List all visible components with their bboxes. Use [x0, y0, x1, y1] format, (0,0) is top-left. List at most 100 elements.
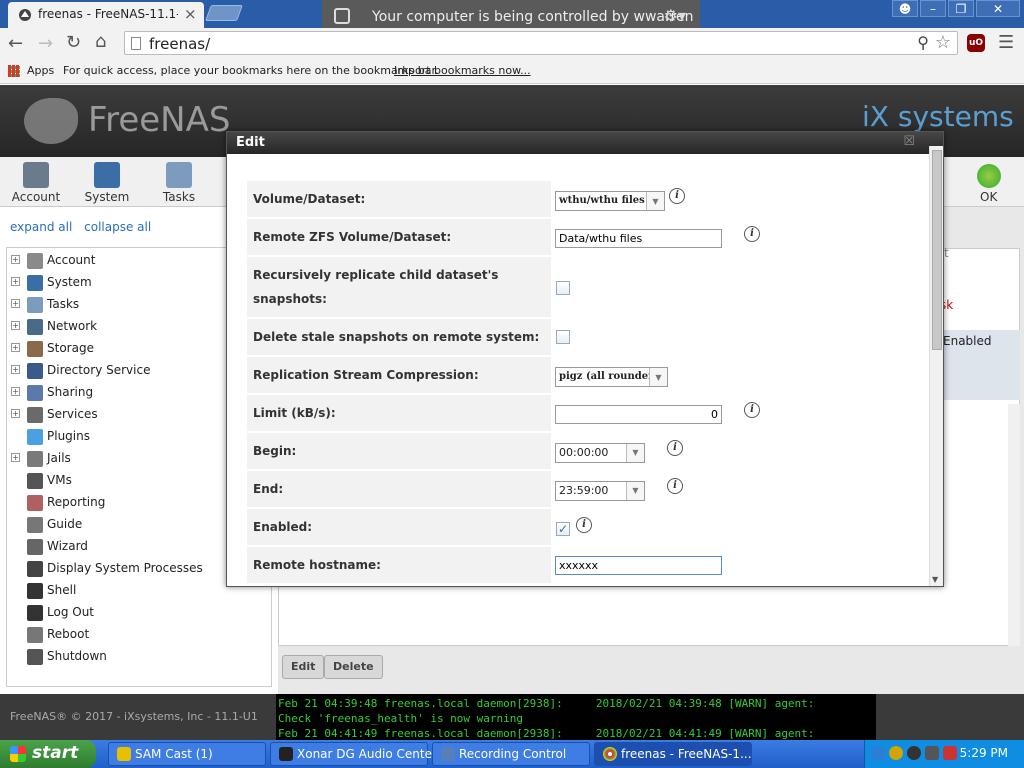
ok-status-label: OK — [980, 190, 998, 204]
tab-close-icon[interactable]: × — [184, 5, 197, 23]
begin-time-value: 00:00:00 — [559, 446, 609, 459]
address-bar[interactable]: freenas/ ⚲ ☆ — [124, 31, 958, 55]
taskbar-item-recording-control[interactable]: Recording Control — [432, 742, 590, 766]
chevron-down-icon: ▼ — [649, 368, 667, 386]
key-icon[interactable]: ⚲ — [917, 33, 929, 52]
collapse-all-link[interactable]: collapse all — [84, 220, 151, 234]
info-icon[interactable]: i — [744, 402, 760, 418]
expand-icon[interactable]: + — [11, 343, 20, 352]
ixsystems-logo: iX systems — [862, 100, 1014, 133]
delete-stale-checkbox[interactable] — [556, 330, 570, 344]
expand-icon[interactable]: + — [11, 365, 20, 374]
sidebar-tree-controls: expand all collapse all — [10, 220, 159, 234]
remote-hostname-input[interactable] — [555, 556, 722, 575]
system-icon — [94, 162, 120, 188]
minimize-icon[interactable]: – — [920, 0, 946, 17]
reporting-icon — [27, 495, 43, 511]
sam-tray-icon[interactable] — [889, 746, 903, 760]
edit-button[interactable]: Edit — [282, 655, 325, 679]
info-icon[interactable]: i — [667, 440, 683, 456]
topnav-system[interactable]: System — [77, 162, 137, 204]
jails-icon — [27, 451, 43, 467]
dialog-scrollbar-thumb[interactable] — [932, 150, 942, 350]
expand-icon[interactable]: + — [11, 321, 20, 330]
sidebar-item-label: Directory Service — [47, 363, 151, 377]
compression-select[interactable]: pigz (all rounder) ▼ — [555, 367, 668, 387]
start-button[interactable]: start — [0, 740, 96, 768]
taskbar-item-label: SAM Cast (1) — [135, 747, 213, 761]
security-tray-icon[interactable] — [943, 746, 957, 760]
ublock-extension-icon[interactable]: uO — [967, 34, 985, 52]
expand-icon[interactable]: + — [11, 387, 20, 396]
expand-icon[interactable]: + — [11, 277, 20, 286]
form-row-recursive: Recursively replicate child dataset's sn… — [247, 257, 927, 317]
footer-right — [876, 694, 1024, 740]
apps-grid-icon[interactable] — [8, 65, 20, 77]
expand-all-link[interactable]: expand all — [10, 220, 72, 234]
sidebar-item-label: Account — [47, 253, 96, 267]
bookmark-star-icon[interactable]: ☆ — [935, 32, 951, 53]
close-icon[interactable]: ☒ — [903, 134, 915, 149]
enabled-label: Enabled: — [247, 509, 551, 545]
topnav-account[interactable]: Account — [6, 162, 66, 204]
audio-tray-icon[interactable] — [907, 746, 921, 760]
browser-menu-icon[interactable]: ☰ — [998, 32, 1014, 53]
grid-scrollbar[interactable] — [1008, 404, 1020, 646]
info-icon[interactable]: i — [669, 188, 685, 204]
end-time-select[interactable]: 23:59:00 ▼ — [555, 481, 645, 501]
scroll-down-arrow-icon[interactable]: ▼ — [932, 575, 938, 584]
remote-zfs-label: Remote ZFS Volume/Dataset: — [247, 219, 551, 255]
expand-icon[interactable]: + — [11, 299, 20, 308]
freenas-footer: FreeNAS® © 2017 - iXsystems, Inc - 11.1-… — [0, 694, 276, 740]
back-arrow-icon[interactable]: ← — [8, 33, 23, 54]
taskbar-clock: 5:29 PM — [959, 746, 1008, 760]
taskbar-item-freenas[interactable]: freenas - FreeNAS-1... — [594, 742, 752, 766]
sidebar-item-log-out[interactable]: Log Out — [7, 602, 271, 624]
remote-tray-icon[interactable] — [925, 746, 939, 760]
form-row-remote-hostname: Remote hostname: — [247, 547, 927, 583]
volume-dataset-select[interactable]: wthu/wthu files ▼ — [555, 191, 665, 211]
limit-input[interactable] — [555, 405, 722, 424]
topnav-tasks[interactable]: Tasks — [149, 162, 209, 204]
new-tab-button[interactable] — [205, 5, 243, 21]
reload-icon[interactable]: ↻ — [66, 32, 81, 53]
expand-icon[interactable]: + — [11, 409, 20, 418]
dialog-scrollbar[interactable]: ▼ — [929, 146, 943, 586]
sidebar-item-label: Display System Processes — [47, 561, 203, 575]
gear-icon[interactable]: ⚙▾ — [664, 6, 686, 25]
expand-icon[interactable]: + — [11, 453, 20, 462]
window-close-icon[interactable]: ✕ — [976, 0, 1020, 17]
user-profile-icon[interactable]: ☻ — [892, 0, 918, 17]
restore-icon[interactable]: ❐ — [948, 0, 974, 17]
volume-dataset-value: wthu/wthu files — [559, 195, 645, 206]
import-bookmarks-link[interactable]: Import bookmarks now... — [394, 64, 531, 77]
delete-button[interactable]: Delete — [324, 655, 383, 679]
ok-status-icon[interactable] — [977, 164, 1001, 188]
freenas-shark-logo — [24, 98, 78, 144]
sidebar-item-shutdown[interactable]: Shutdown — [7, 646, 271, 668]
network-tray-icon[interactable] — [871, 746, 885, 760]
form-row-enabled: Enabled: ✓ i — [247, 509, 927, 545]
dialog-titlebar: Edit ☒ — [227, 132, 943, 154]
info-icon[interactable]: i — [576, 517, 592, 533]
browser-tab-freenas[interactable]: freenas - FreeNAS-11.1-U1 ( × — [8, 2, 204, 28]
forward-arrow-icon[interactable]: → — [38, 33, 53, 54]
info-icon[interactable]: i — [667, 478, 683, 494]
sidebar-item-label: Tasks — [47, 297, 80, 311]
taskbar-item-xonar[interactable]: Xonar DG Audio Center — [270, 742, 437, 766]
home-icon[interactable]: ⌂ — [95, 31, 106, 52]
info-icon[interactable]: i — [744, 226, 760, 242]
console-line: Feb 21 04:41:49 freenas.local daemon[293… — [278, 727, 815, 740]
remote-zfs-input[interactable] — [555, 229, 722, 248]
sidebar-item-reboot[interactable]: Reboot — [7, 624, 271, 646]
services-icon — [27, 407, 43, 423]
shell-icon — [27, 583, 43, 599]
topnav-account-label: Account — [11, 190, 61, 204]
apps-link[interactable]: Apps — [27, 64, 54, 77]
recursive-checkbox[interactable] — [556, 281, 570, 295]
taskbar-item-sam-cast[interactable]: SAM Cast (1) — [108, 742, 266, 766]
enabled-checkbox[interactable]: ✓ — [556, 522, 570, 536]
address-bar-url: freenas/ — [149, 35, 211, 53]
expand-icon[interactable]: + — [11, 255, 20, 264]
begin-time-select[interactable]: 00:00:00 ▼ — [555, 443, 645, 463]
